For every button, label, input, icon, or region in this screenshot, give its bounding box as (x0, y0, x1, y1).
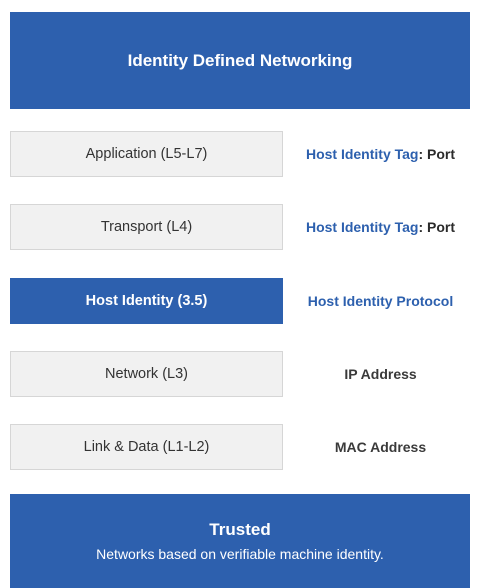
layer-row-link-data: Link & Data (L1-L2) MAC Address (10, 424, 480, 472)
layer-identifier-host-identity: Host Identity Protocol (283, 278, 478, 324)
header-banner: Identity Defined Networking (10, 12, 470, 109)
identifier-label: MAC Address (334, 439, 427, 455)
identifier-suffix: : Port (418, 146, 456, 162)
identifier-label: IP Address (344, 366, 417, 382)
layer-box-link-data: Link & Data (L1-L2) (10, 424, 283, 470)
layer-identifier-transport: Host Identity Tag: Port (283, 204, 478, 250)
identifier-label: Host Identity Tag (305, 146, 419, 162)
footer-title: Trusted (209, 520, 271, 539)
layer-identifier-network: IP Address (283, 351, 478, 397)
layer-box-network: Network (L3) (10, 351, 283, 397)
layer-row-network: Network (L3) IP Address (10, 351, 480, 399)
identifier-label: Host Identity Tag (305, 219, 419, 235)
layer-row-transport: Transport (L4) Host Identity Tag: Port (10, 204, 480, 252)
layer-box-transport: Transport (L4) (10, 204, 283, 250)
layer-box-application: Application (L5-L7) (10, 131, 283, 177)
identifier-label: Host Identity Protocol (307, 293, 454, 309)
footer-banner: Trusted Networks based on verifiable mac… (10, 494, 470, 588)
layer-row-application: Application (L5-L7) Host Identity Tag: P… (10, 131, 480, 179)
identifier-suffix: : Port (418, 219, 456, 235)
layer-box-host-identity: Host Identity (3.5) (10, 278, 283, 324)
layer-identifier-application: Host Identity Tag: Port (283, 131, 478, 177)
layer-identifier-link-data: MAC Address (283, 424, 478, 470)
footer-subtitle: Networks based on verifiable machine ide… (96, 546, 384, 562)
layer-row-host-identity: Host Identity (3.5) Host Identity Protoc… (10, 278, 480, 326)
header-title: Identity Defined Networking (127, 50, 353, 70)
